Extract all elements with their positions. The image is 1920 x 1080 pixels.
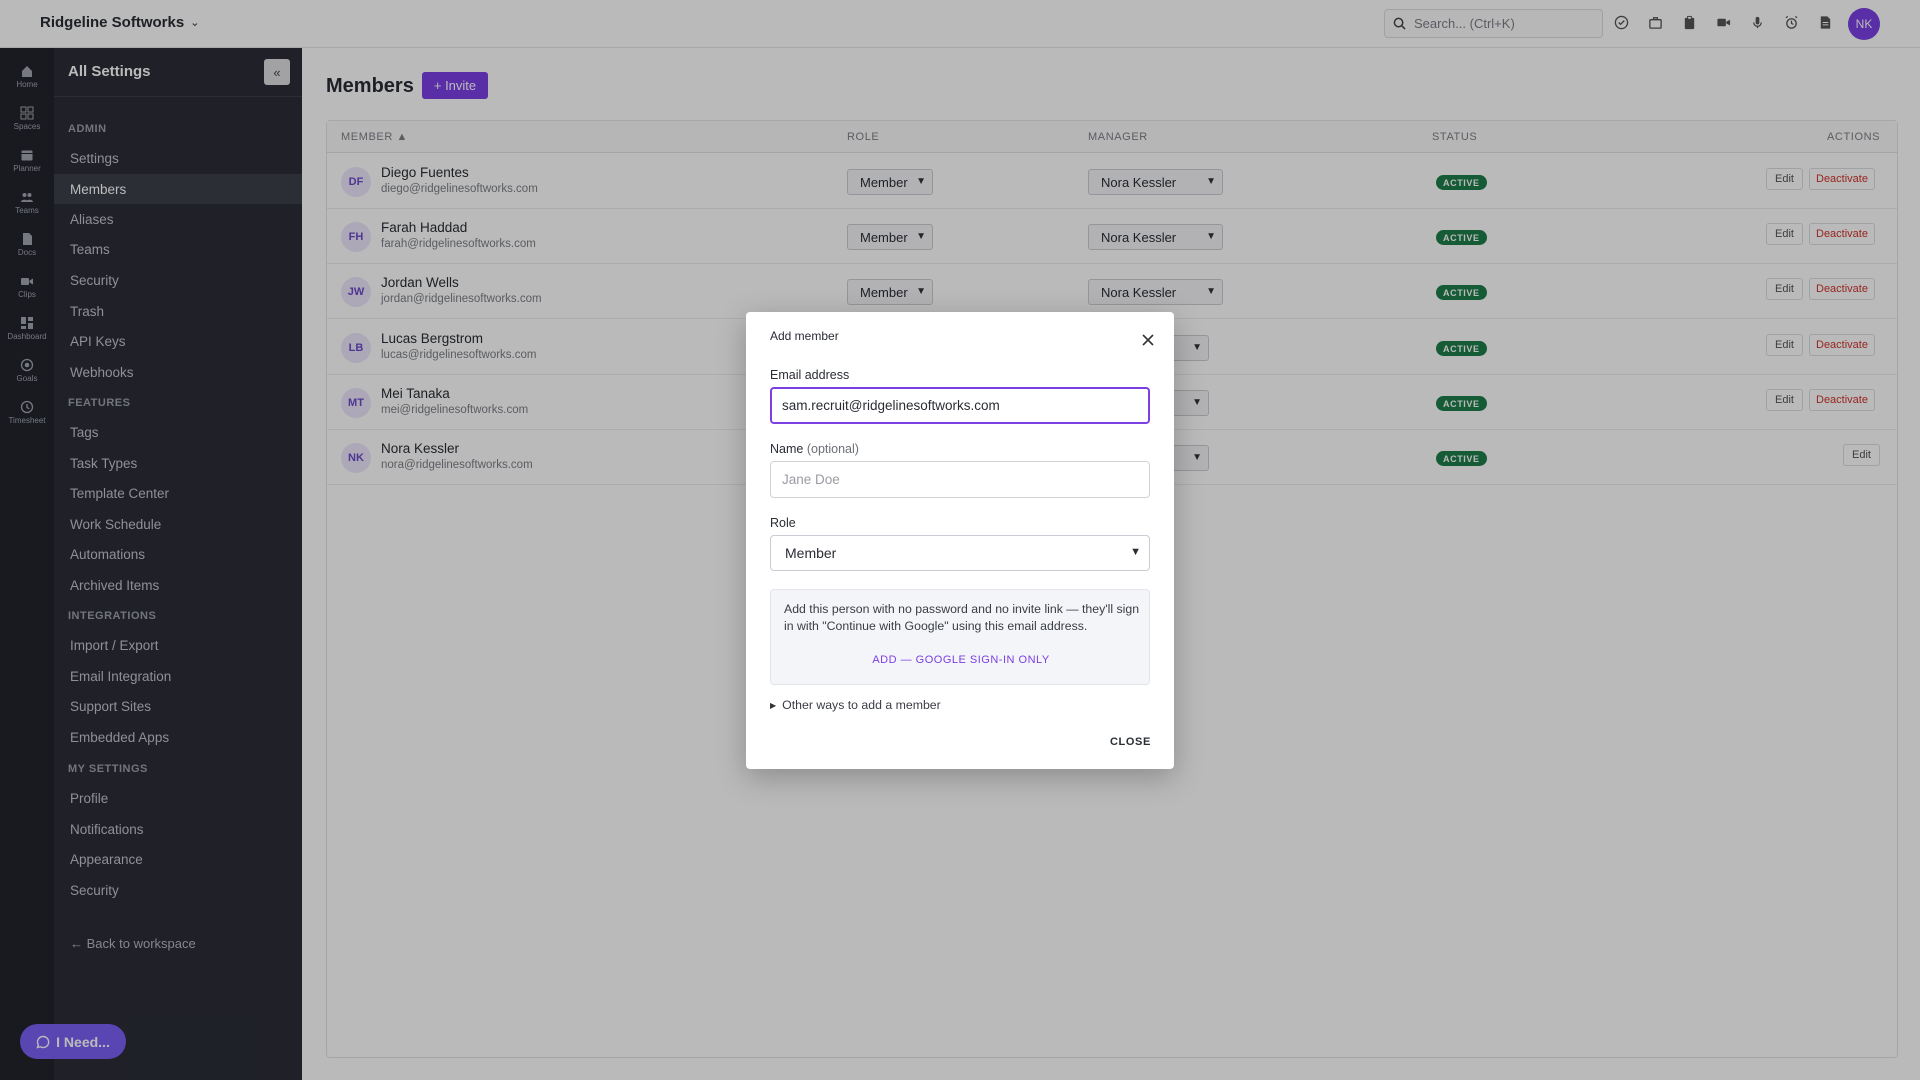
name-optional-text: (optional) <box>806 442 859 456</box>
name-label-text: Name <box>770 442 804 456</box>
dialog-title: Add member <box>770 329 839 343</box>
name-field[interactable]: Jane Doe <box>770 461 1150 498</box>
close-dialog-button[interactable] <box>1138 330 1158 350</box>
role-selected-value: Member <box>785 545 837 561</box>
close-button[interactable]: CLOSE <box>1110 736 1151 748</box>
add-member-dialog: Add member Email address sam.recruit@rid… <box>746 312 1174 769</box>
other-ways-label: Other ways to add a member <box>782 698 941 712</box>
email-field[interactable]: sam.recruit@ridgelinesoftworks.com <box>770 387 1150 424</box>
role-label: Role <box>770 516 796 530</box>
chevron-down-icon: ▼ <box>1130 546 1141 558</box>
disclosure-triangle-icon: ▶ <box>770 700 777 710</box>
name-label: Name (optional) <box>770 442 859 456</box>
info-text: Add this person with no password and no … <box>784 602 1140 633</box>
close-icon <box>1142 334 1154 346</box>
email-value: sam.recruit@ridgelinesoftworks.com <box>782 398 1000 413</box>
other-ways-disclosure[interactable]: ▶ Other ways to add a member <box>770 698 941 712</box>
role-select[interactable]: Member ▼ <box>770 535 1150 571</box>
add-google-signin-button[interactable]: ADD — GOOGLE SIGN-IN ONLY <box>771 654 1151 666</box>
google-signin-info-box: Add this person with no password and no … <box>770 589 1150 685</box>
email-label: Email address <box>770 368 850 382</box>
name-placeholder: Jane Doe <box>782 472 840 487</box>
